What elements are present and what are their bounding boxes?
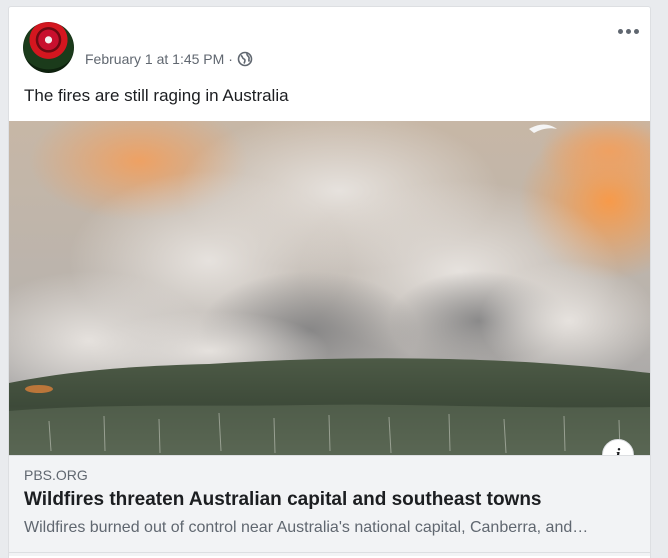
post-header: February 1 at 1:45 PM · (9, 7, 650, 87)
post-text: The fires are still raging in Australia (24, 86, 289, 105)
post-timestamp[interactable]: February 1 at 1:45 PM (85, 51, 224, 67)
link-preview-box[interactable]: PBS.ORG Wildfires threaten Australian ca… (9, 455, 650, 556)
profile-avatar[interactable] (23, 22, 74, 73)
more-dot (617, 28, 623, 34)
link-title[interactable]: Wildfires threaten Australian capital an… (24, 489, 542, 511)
post-meta: February 1 at 1:45 PM · (85, 51, 253, 67)
link-domain: PBS.ORG (24, 467, 88, 483)
post-card: February 1 at 1:45 PM · The fires are st… (8, 6, 651, 558)
link-description: Wildfires burned out of control near Aus… (24, 519, 589, 536)
meta-separator: · (228, 51, 233, 67)
link-preview-image[interactable] (9, 121, 650, 455)
more-dot (625, 28, 631, 34)
more-options-icon[interactable] (616, 21, 640, 41)
more-dot (633, 28, 639, 34)
card-divider (9, 552, 650, 553)
globe-icon[interactable] (237, 51, 253, 67)
